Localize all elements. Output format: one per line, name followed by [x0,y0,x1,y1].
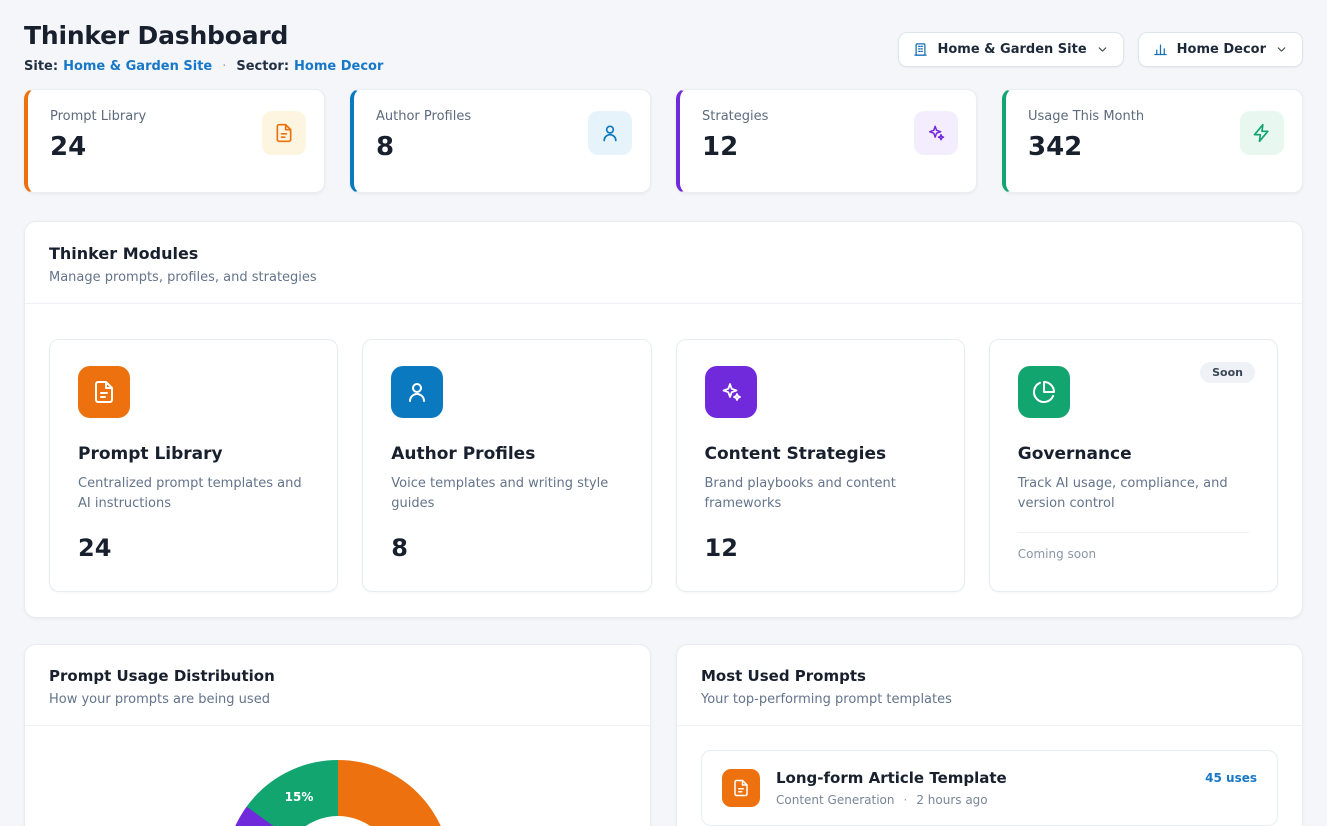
page-title: Thinker Dashboard [24,22,383,51]
modules-title: Thinker Modules [49,244,1278,263]
site-label: Site: [24,59,58,74]
module-card-prompt-library[interactable]: Prompt Library Centralized prompt templa… [49,339,338,592]
stat-value: 12 [702,132,768,162]
user-icon [588,111,632,155]
bottom-panels: Prompt Usage Distribution How your promp… [24,644,1303,826]
prompt-list: Long-form Article Template Content Gener… [677,726,1302,826]
prompt-title: Long-form Article Template [776,769,1007,787]
module-description: Centralized prompt templates and AI inst… [78,474,309,514]
module-title: Governance [1018,444,1249,464]
document-icon [262,111,306,155]
meta-separator: · [903,793,907,807]
module-description: Track AI usage, compliance, and version … [1018,474,1249,514]
chart-area: 15% [25,726,650,826]
module-card-governance[interactable]: Soon Governance Track AI usage, complian… [989,339,1278,592]
prompt-time: 2 hours ago [916,793,987,807]
site-selector-dropdown[interactable]: Home & Garden Site [898,32,1123,67]
header-controls: Home & Garden Site Home Decor [898,32,1303,67]
modules-header: Thinker Modules Manage prompts, profiles… [25,222,1302,304]
user-icon [391,366,443,418]
coming-soon-text: Coming soon [1018,547,1249,561]
page-header: Thinker Dashboard Site: Home & Garden Si… [24,22,1303,74]
divider [1018,532,1249,533]
stat-label: Strategies [702,109,768,124]
module-description: Brand playbooks and content frameworks [705,474,936,514]
most-used-subtitle: Your top-performing prompt templates [701,692,1278,707]
stat-card-author-profiles[interactable]: Author Profiles 8 [350,89,651,193]
usage-panel-title: Prompt Usage Distribution [49,667,626,685]
stat-card-usage[interactable]: Usage This Month 342 [1002,89,1303,193]
donut-segment-label: 15% [285,790,314,804]
usage-panel-header: Prompt Usage Distribution How your promp… [25,645,650,726]
module-count: 12 [705,534,936,562]
usage-panel-subtitle: How your prompts are being used [49,692,626,707]
module-card-author-profiles[interactable]: Author Profiles Voice templates and writ… [362,339,651,592]
sector-selector-dropdown[interactable]: Home Decor [1138,32,1303,67]
sparkle-icon [705,366,757,418]
prompt-uses-count: 45 uses [1205,771,1257,785]
site-sector-meta: Site: Home & Garden Site · Sector: Home … [24,59,383,74]
site-link[interactable]: Home & Garden Site [63,59,212,74]
module-description: Voice templates and writing style guides [391,474,622,514]
most-used-header: Most Used Prompts Your top-performing pr… [677,645,1302,726]
prompt-category: Content Generation [776,793,894,807]
chevron-down-icon [1096,43,1109,56]
sparkle-icon [914,111,958,155]
module-card-content-strategies[interactable]: Content Strategies Brand playbooks and c… [676,339,965,592]
stat-label: Usage This Month [1028,109,1144,124]
usage-donut-chart: 15% [225,760,451,826]
stat-label: Author Profiles [376,109,471,124]
document-icon [78,366,130,418]
module-count: 8 [391,534,622,562]
sector-selector-label: Home Decor [1177,42,1266,57]
modules-subtitle: Manage prompts, profiles, and strategies [49,270,1278,285]
building-icon [913,42,928,57]
prompt-list-item[interactable]: Long-form Article Template Content Gener… [701,750,1278,826]
most-used-title: Most Used Prompts [701,667,1278,685]
module-title: Content Strategies [705,444,936,464]
meta-separator: · [222,59,226,74]
sector-label: Sector: [236,59,289,74]
stats-row: Prompt Library 24 Author Profiles 8 Stra… [24,89,1303,193]
soon-badge: Soon [1200,362,1255,383]
module-count: 24 [78,534,309,562]
chevron-down-icon [1275,43,1288,56]
bar-chart-icon [1153,42,1168,57]
site-selector-label: Home & Garden Site [937,42,1086,57]
document-icon [722,769,760,807]
module-title: Author Profiles [391,444,622,464]
stat-card-prompt-library[interactable]: Prompt Library 24 [24,89,325,193]
stat-value: 24 [50,132,146,162]
stat-label: Prompt Library [50,109,146,124]
zap-icon [1240,111,1284,155]
prompt-usage-panel: Prompt Usage Distribution How your promp… [24,644,651,826]
most-used-panel: Most Used Prompts Your top-performing pr… [676,644,1303,826]
modules-grid: Prompt Library Centralized prompt templa… [25,304,1302,617]
thinker-dashboard-page: Thinker Dashboard Site: Home & Garden Si… [0,0,1327,826]
sector-link[interactable]: Home Decor [294,59,383,74]
pie-chart-icon [1018,366,1070,418]
stat-value: 8 [376,132,471,162]
prompt-meta: Content Generation · 2 hours ago [776,793,1007,807]
stat-value: 342 [1028,132,1144,162]
stat-card-strategies[interactable]: Strategies 12 [676,89,977,193]
thinker-modules-section: Thinker Modules Manage prompts, profiles… [24,221,1303,618]
module-title: Prompt Library [78,444,309,464]
